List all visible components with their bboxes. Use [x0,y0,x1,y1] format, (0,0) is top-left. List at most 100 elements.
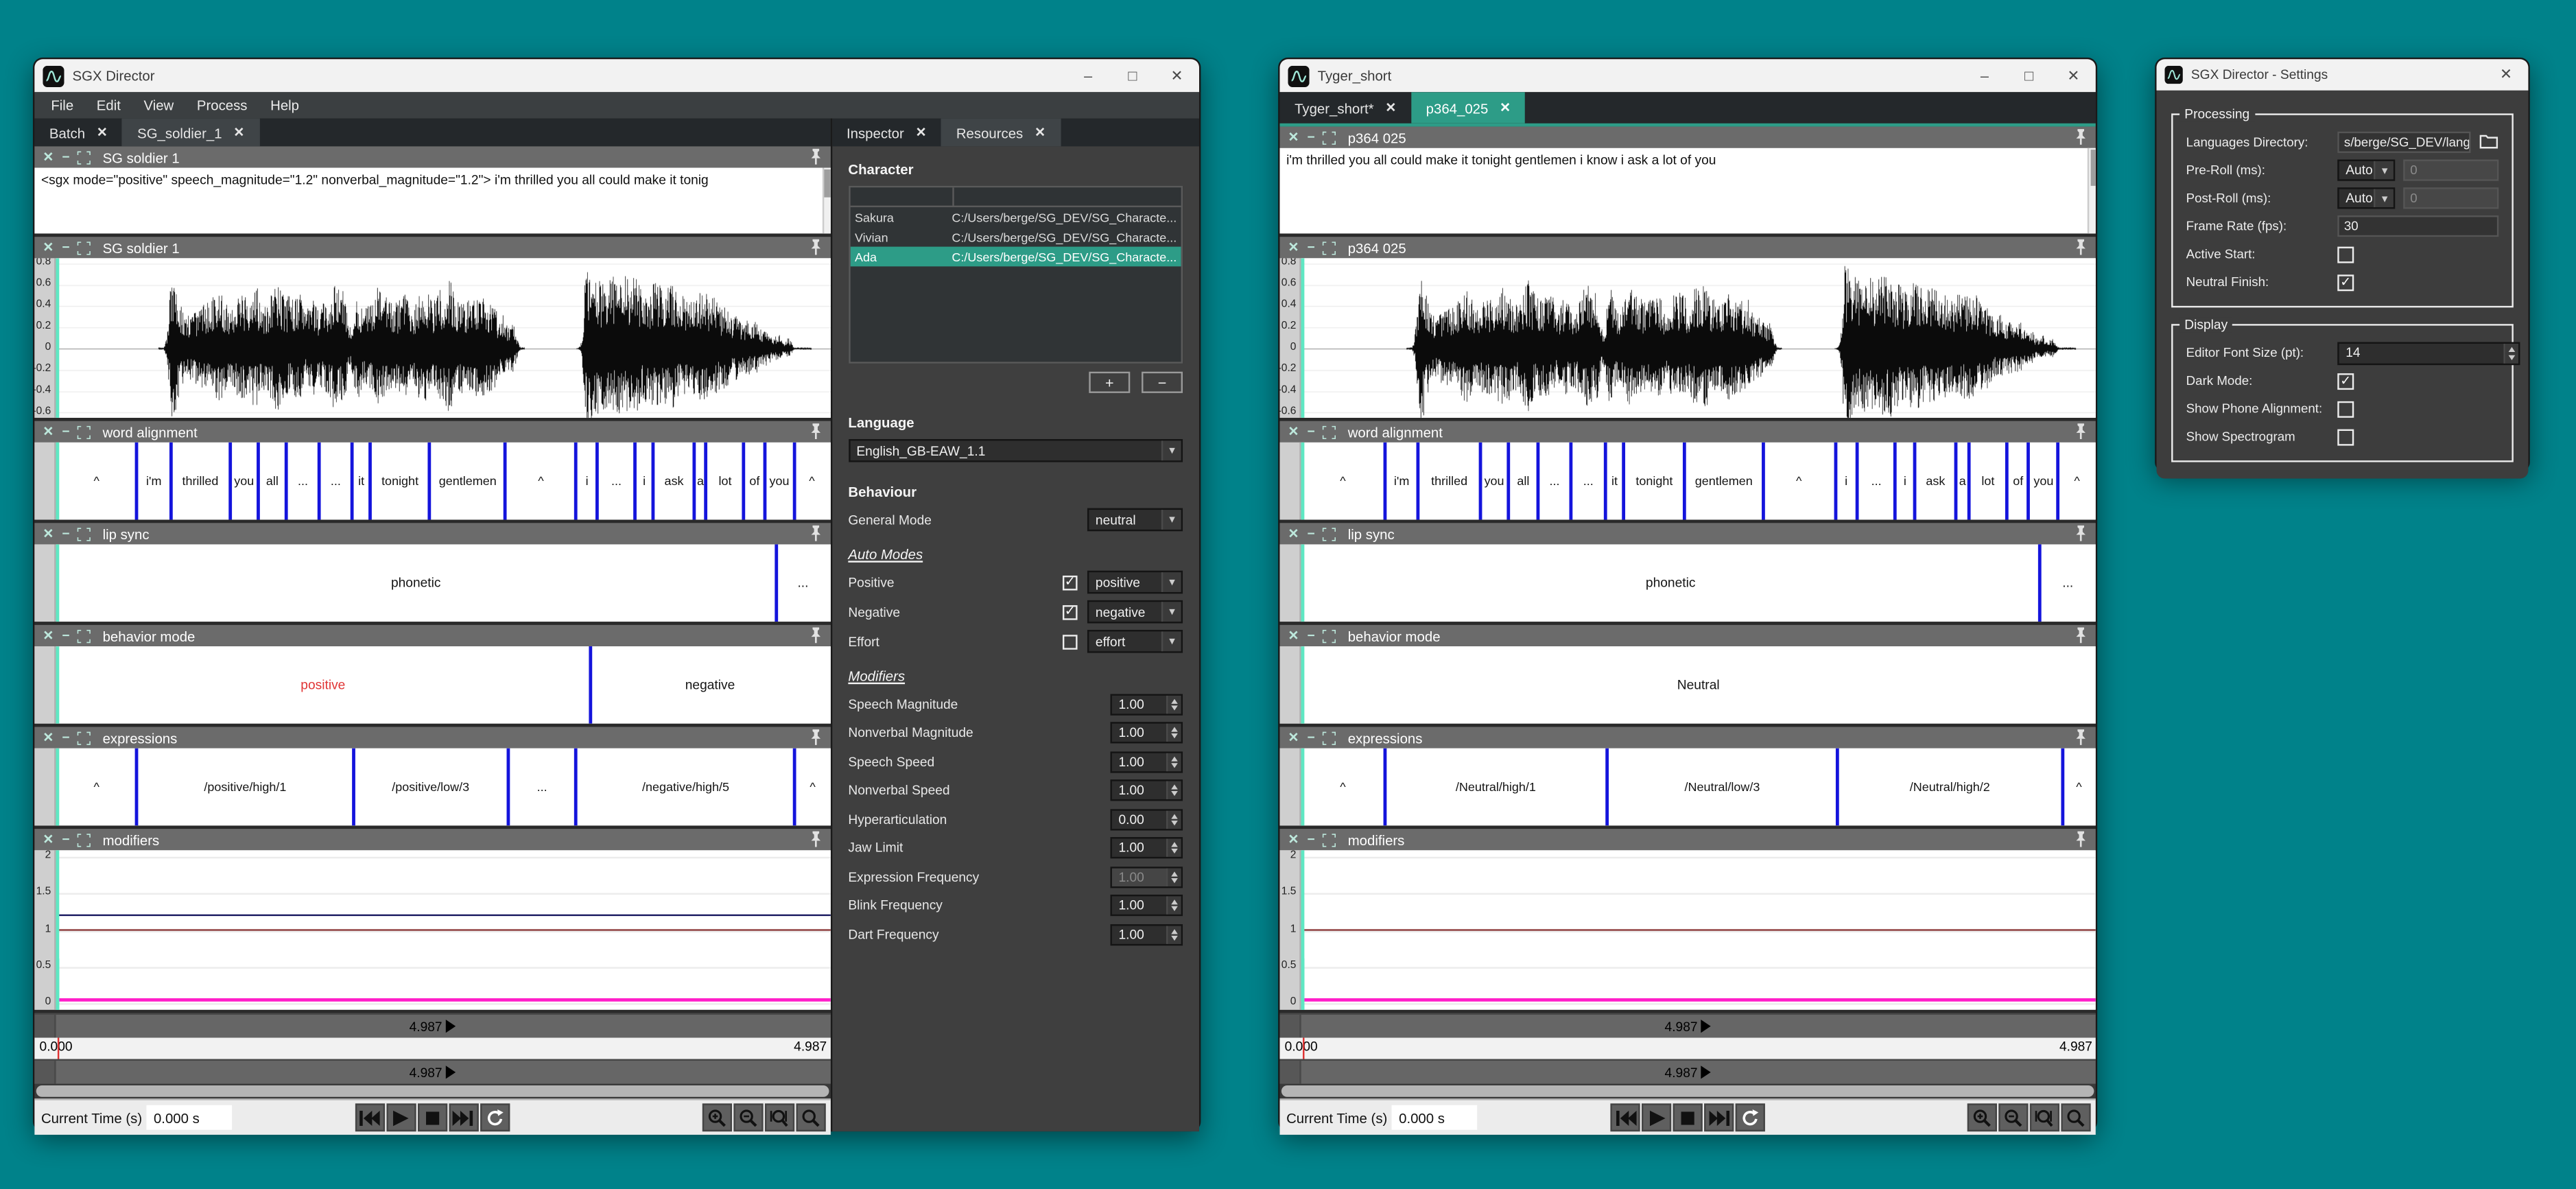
segment-label[interactable]: ... [2040,544,2096,622]
vertical-scrollbar[interactable] [2088,148,2096,234]
segment-label[interactable]: /positive/high/1 [137,749,353,826]
segment-boundary-line[interactable] [1955,443,1959,520]
panel-expand-icon[interactable] [78,527,91,540]
panel-close-icon[interactable]: ✕ [43,241,54,254]
segment-boundary-line[interactable] [693,443,696,520]
panel-pin-icon[interactable] [2075,423,2088,440]
segment-label[interactable]: ^ [1301,443,1385,520]
spin-down-icon[interactable] [1168,704,1181,713]
menu-item-file[interactable]: File [40,97,85,113]
transcript-text[interactable]: <sgx mode="positive" speech_magnitude="1… [34,167,830,233]
segment-label[interactable]: phonetic [56,544,776,622]
settings-checkbox[interactable]: ✓ [2337,274,2354,290]
panel-expand-icon[interactable] [1323,131,1336,144]
panel-expand-icon[interactable] [1323,527,1336,540]
settings-checkbox[interactable] [2337,428,2354,445]
panel-close-icon[interactable]: ✕ [1288,833,1299,846]
panel-close-icon[interactable]: ✕ [1288,629,1299,642]
segment-label[interactable]: gentlemen [1685,443,1762,520]
skip-end-button[interactable] [1704,1103,1734,1131]
panel-expand-icon[interactable] [78,833,91,846]
panel-close-icon[interactable]: ✕ [1288,527,1299,540]
track-plot[interactable]: Neutral [1301,646,2096,724]
stop-button[interactable] [1673,1103,1703,1131]
play-button[interactable] [386,1103,416,1131]
panel-close-icon[interactable]: ✕ [1288,241,1299,254]
table-row[interactable]: SakuraC:/Users/berge/SG_DEV/SG_Characte.… [850,207,1181,227]
segment-boundary-line[interactable] [136,749,139,826]
spin-down-icon[interactable] [1168,819,1181,828]
segment-boundary-line[interactable] [1967,443,1970,520]
panel-minimize-icon[interactable]: − [62,629,69,642]
segment-boundary-line[interactable] [705,443,708,520]
panel-minimize-icon[interactable]: − [1308,425,1315,438]
segment-boundary-line[interactable] [504,443,508,520]
segment-boundary-line[interactable] [2006,443,2009,520]
waveform-canvas[interactable] [56,258,830,418]
panel-minimize-icon[interactable]: − [1308,241,1315,254]
segment-boundary-line[interactable] [1536,443,1539,520]
tab-close-icon[interactable]: ✕ [1035,125,1045,140]
left-titlebar[interactable]: SGX Director –□✕ [34,59,1199,92]
modifier-spinbox[interactable]: 0.00 [1111,808,1183,829]
segment-boundary-line[interactable] [775,544,778,622]
track-plot[interactable]: phonetic... [56,544,830,622]
time-ruler[interactable]: 0.0004.987 [1279,1038,2095,1059]
segment-boundary-line[interactable] [2027,443,2031,520]
segment-boundary-line[interactable] [1383,749,1386,826]
horizontal-scrollbar[interactable] [34,1084,830,1099]
spin-up-icon[interactable] [1168,810,1181,819]
timeline-play-arrow-icon[interactable] [445,1066,455,1079]
zoom-button[interactable] [2061,1103,2090,1131]
panel-close-icon[interactable]: ✕ [43,150,54,163]
segment-boundary-line[interactable] [1417,443,1421,520]
modifier-spinbox[interactable]: 1.00 [1111,923,1183,945]
auto-mode-checkbox[interactable]: ✓ [1063,604,1078,620]
scrollbar-thumb[interactable] [825,169,830,197]
panel-close-icon[interactable]: ✕ [1288,131,1299,144]
segment-label[interactable]: of [2007,443,2029,520]
segment-label[interactable]: ^ [56,443,137,520]
panel-expand-icon[interactable] [78,150,91,163]
zoom-fit-button[interactable] [2030,1103,2059,1131]
window-minimize-button[interactable]: – [1066,59,1111,92]
scrollbar-thumb[interactable] [36,1085,829,1097]
segment-label[interactable]: tonight [370,443,430,520]
spin-down-icon[interactable] [1168,733,1181,742]
segment-boundary-line[interactable] [1570,443,1573,520]
segment-label[interactable]: ^ [2062,749,2096,826]
timeline-play-arrow-icon[interactable] [1701,1066,1710,1079]
panel-minimize-icon[interactable]: − [62,425,69,438]
scrollbar-thumb[interactable] [1281,1085,2094,1097]
segment-boundary-line[interactable] [428,443,432,520]
languages-directory-input[interactable]: s/berge/SG_DEV/languages [2337,132,2470,153]
auto-mode-dropdown[interactable]: effort▾ [1087,630,1183,653]
spin-up-icon[interactable] [1168,724,1181,733]
segment-boundary-line[interactable] [742,443,746,520]
panel-pin-icon[interactable] [2075,729,2088,746]
timeline-range-bar[interactable]: 4.987 [34,1059,830,1084]
panel-close-icon[interactable]: ✕ [43,731,54,744]
tab-sg-soldier-1[interactable]: SG_soldier_1✕ [123,119,260,147]
segment-label[interactable]: ... [287,443,319,520]
segment-boundary-line[interactable] [1833,443,1836,520]
modifier-spinbox[interactable]: 1.00 [1111,779,1183,801]
segment-boundary-line[interactable] [351,749,355,826]
segment-boundary-line[interactable] [1622,443,1625,520]
skip-end-button[interactable] [449,1103,478,1131]
zoom-out-button[interactable] [733,1103,763,1131]
track-plot[interactable]: ^i'mthrilledyouall......ittonightgentlem… [56,443,830,520]
segment-label[interactable]: i'm [137,443,171,520]
track-plot[interactable]: ^/positive/high/1/positive/low/3.../nega… [56,749,830,826]
panel-minimize-icon[interactable]: − [1308,527,1315,540]
panel-pin-icon[interactable] [809,626,822,644]
segment-label[interactable]: i [635,443,654,520]
track-plot[interactable] [1301,850,2096,1010]
track-plot[interactable] [56,850,830,1010]
spin-up-icon[interactable] [2505,343,2518,353]
menu-item-help[interactable]: Help [259,97,310,113]
panel-expand-icon[interactable] [78,425,91,438]
segment-boundary-line[interactable] [228,443,232,520]
transcript-text[interactable]: i'm thrilled you all could make it tonig… [1279,148,2095,234]
general-mode-dropdown[interactable]: neutral▾ [1087,508,1183,532]
